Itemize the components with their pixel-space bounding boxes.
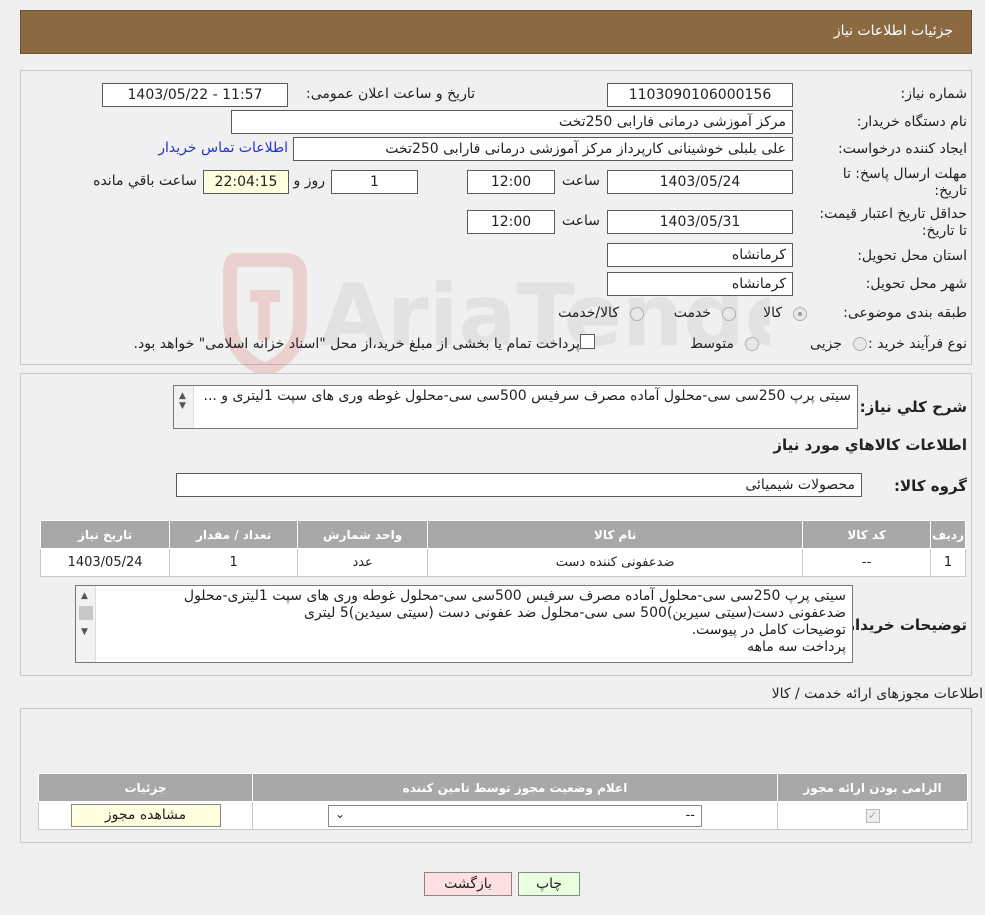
goods-section-title: اطلاعات کالاهاي مورد نياز [773,436,967,454]
need-number-field: 1103090106000156 [607,83,793,107]
cell-permit-required: ✓ [777,801,968,830]
category-goods-service-radio[interactable] [630,307,644,321]
page-title: جزئیات اطلاعات نیاز [833,23,953,39]
chevron-down-icon: ⌄ [335,806,346,821]
category-label: طبقه بندی موضوعی: [843,305,967,321]
requester-field: علی بلبلی خوشینانی کارپرداز مرکز آموزشی … [293,137,793,161]
buyer-notes-line: توضیحات کامل در پیوست. [691,622,846,638]
process-partial-radio[interactable] [853,337,867,351]
table-row: 1 -- ضدعفونی کننده دست عدد 1 1403/05/24 [39,548,966,577]
goods-table-header: رديف کد کالا نام کالا واحد شمارش تعداد /… [39,520,966,549]
description-textarea[interactable]: سیتی پرپ 250سی سی-محلول آماده مصرف سرفیس… [173,385,858,429]
goods-group-field: محصولات شیمیائی [176,473,862,497]
col-qty: تعداد / مقدار [169,520,299,549]
deadline-label: مهلت ارسال پاسخ: تا تاریخ: [842,166,967,199]
buyer-notes-line: سیتی پرپ 250سی سی-محلول آماده مصرف سرفیس… [183,588,846,604]
goods-group-label: گروه کالا: [894,477,967,495]
process-label: نوع فرآیند خرید : [868,336,967,352]
buyer-contact-link[interactable]: اطلاعات تماس خریدار [158,140,288,156]
treasury-checkbox[interactable] [580,334,595,349]
process-note: پرداخت تمام یا بخشی از مبلغ خرید،از محل … [133,336,580,352]
buyer-notes-line: ضدعفونی دست(سیتی سیرین)500 سی سی-محلول ض… [304,605,846,621]
remaining-time-field: 22:04:15 [203,170,289,194]
days-field: 1 [331,170,418,194]
city-field: کرمانشاه [607,272,793,296]
process-medium-label: متوسط [690,336,734,352]
category-goods-label: کالا [763,305,782,321]
category-service-label: خدمت [673,305,711,321]
buyer-notes-textarea[interactable]: سیتی پرپ 250سی سی-محلول آماده مصرف سرفیس… [75,585,853,663]
description-scrollbar[interactable]: ▲ ▼ [174,386,194,428]
cell-qty: 1 [169,548,299,577]
col-date: تاریخ نیاز [39,520,171,549]
buyer-notes-scrollbar[interactable]: ▲ ▼ [76,586,96,662]
need-number-label: شماره نیاز: [900,86,968,102]
province-label: استان محل تحویل: [857,248,967,264]
cell-permit-status: -- ⌄ [252,801,778,830]
category-goods-radio[interactable] [793,307,807,321]
col-permit-status: اعلام وضعیت مجوز توسط تامین کننده [252,773,778,802]
back-button[interactable]: بازگشت [424,872,512,896]
cell-name: ضدعفونی کننده دست [427,548,804,577]
buyer-org-field: مرکز آموزشی درمانی فارابی 250تخت [231,110,793,134]
announce-field: 1403/05/22 - 11:57 [102,83,288,107]
category-goods-service-label: کالا/خدمت [558,305,619,321]
buyer-notes-line: پرداخت سه ماهه [747,639,846,655]
price-validity-time-field: 12:00 [467,210,555,234]
permits-table: الزامی بودن ارائه مجوز اعلام وضعیت مجوز … [38,773,968,830]
deadline-date-field: 1403/05/24 [607,170,793,194]
requester-label: ایجاد کننده درخواست: [838,141,967,157]
category-service-radio[interactable] [722,307,736,321]
description-text: سیتی پرپ 250سی سی-محلول آماده مصرف سرفیس… [203,388,852,404]
price-validity-date-field: 1403/05/31 [607,210,793,234]
col-code: کد کالا [802,520,932,549]
buyer-notes-label: توضیحات خریدار: [840,616,967,634]
city-label: شهر محل تحویل: [865,276,967,292]
permit-status-select[interactable]: -- ⌄ [328,804,702,827]
cell-row: 1 [930,548,966,577]
permits-table-header: الزامی بودن ارائه مجوز اعلام وضعیت مجوز … [38,773,968,802]
permit-required-checkbox[interactable]: ✓ [865,809,880,823]
announce-label: تاریخ و ساعت اعلان عمومی: [306,86,475,102]
col-unit: واحد شمارش [297,520,429,549]
price-validity-label: حداقل تاريخ اعتبار قيمت: تا تاريخ: [819,206,967,239]
col-row: رديف [930,520,966,549]
col-permit-required: الزامی بودن ارائه مجوز [777,773,968,802]
permit-status-value: -- [685,807,695,823]
permits-section-title: اطلاعات مجوزهای ارائه خدمت / کالا [771,686,983,702]
scroll-thumb[interactable] [79,606,93,620]
process-medium-radio[interactable] [745,337,759,351]
cell-unit: عدد [297,548,429,577]
deadline-time-field: 12:00 [467,170,555,194]
col-permit-details: جزئیات [38,773,253,802]
buyer-org-label: نام دستگاه خریدار: [856,114,967,130]
goods-table: رديف کد کالا نام کالا واحد شمارش تعداد /… [39,520,966,577]
province-field: کرمانشاه [607,243,793,267]
days-label: روز و [293,173,326,189]
price-validity-time-label: ساعت [561,213,600,229]
page-header: جزئیات اطلاعات نیاز [20,10,972,54]
remaining-label: ساعت باقي مانده [93,173,197,189]
deadline-time-label: ساعت [561,173,600,189]
table-row: ✓ -- ⌄ مشاهده مجوز [38,801,968,830]
cell-date: 1403/05/24 [39,548,171,577]
process-partial-label: جزیی [810,336,842,352]
cell-permit-details: مشاهده مجوز [38,801,253,830]
print-button[interactable]: چاپ [518,872,580,896]
view-permit-button[interactable]: مشاهده مجوز [70,804,221,827]
cell-code: -- [802,548,932,577]
col-name: نام کالا [427,520,804,549]
description-label: شرح کلي نياز: [859,398,967,416]
